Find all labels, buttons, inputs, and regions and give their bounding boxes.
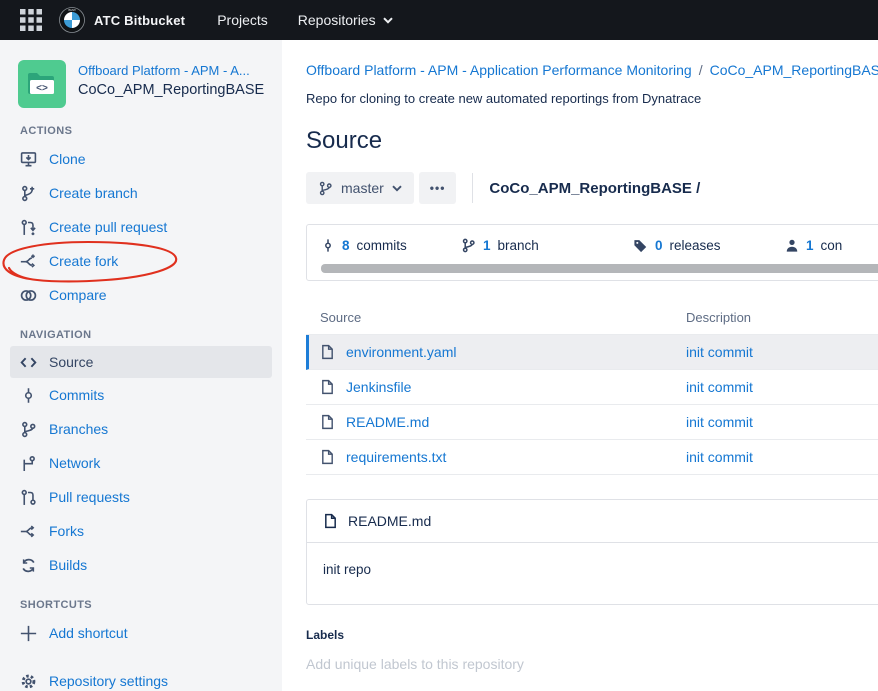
file-link[interactable]: Jenkinsfile bbox=[346, 379, 411, 395]
stat-releases[interactable]: 0releases bbox=[633, 238, 785, 253]
breadcrumb-repo-link[interactable]: CoCo_APM_ReportingBASE bbox=[710, 62, 878, 78]
forks-icon bbox=[20, 523, 37, 540]
branches-icon bbox=[20, 421, 37, 438]
nav-commits[interactable]: Commits bbox=[0, 378, 282, 412]
breadcrumb-project-link[interactable]: Offboard Platform - APM - Application Pe… bbox=[306, 62, 692, 78]
product-name: ATC Bitbucket bbox=[94, 13, 185, 28]
builds-icon bbox=[20, 557, 37, 574]
readme-panel: README.md init repo bbox=[306, 499, 878, 605]
file-browser-table: Source Description environment.yaml init… bbox=[306, 304, 878, 475]
branch-icon bbox=[461, 238, 476, 253]
toolbar-divider bbox=[472, 173, 473, 203]
action-create-fork[interactable]: Create fork bbox=[0, 244, 282, 278]
current-path: CoCo_APM_ReportingBASE / bbox=[489, 180, 700, 197]
gear-icon bbox=[20, 673, 37, 690]
branch-icon bbox=[318, 181, 333, 196]
table-row[interactable]: environment.yaml init commit bbox=[306, 335, 878, 370]
bmw-logo-icon: BMW bbox=[59, 7, 85, 33]
breadcrumb: Offboard Platform - APM - Application Pe… bbox=[306, 62, 878, 78]
code-icon bbox=[20, 354, 37, 371]
add-shortcut[interactable]: Add shortcut bbox=[0, 616, 282, 650]
nav-forks[interactable]: Forks bbox=[0, 514, 282, 548]
top-navigation-bar: BMW ATC Bitbucket Projects Repositories bbox=[0, 0, 878, 40]
readme-header: README.md bbox=[307, 500, 878, 543]
main-content: Offboard Platform - APM - Application Pe… bbox=[282, 40, 878, 691]
file-icon bbox=[323, 513, 338, 529]
page-title: Source bbox=[306, 127, 878, 155]
chevron-down-icon bbox=[383, 17, 393, 24]
nav-projects[interactable]: Projects bbox=[217, 12, 268, 28]
table-row[interactable]: Jenkinsfile init commit bbox=[306, 370, 878, 405]
more-actions-button[interactable]: ••• bbox=[419, 172, 457, 204]
commit-message-link[interactable]: init commit bbox=[686, 449, 753, 465]
file-link[interactable]: README.md bbox=[346, 414, 429, 430]
repo-header: <> Offboard Platform - APM - A... CoCo_A… bbox=[0, 40, 282, 108]
labels-title: Labels bbox=[306, 628, 878, 642]
create-fork-icon bbox=[20, 253, 37, 270]
labels-placeholder[interactable]: Add unique labels to this repository bbox=[306, 656, 878, 672]
table-header: Source Description bbox=[306, 304, 878, 335]
chevron-down-icon bbox=[392, 185, 402, 192]
repo-description: Repo for cloning to create new automated… bbox=[306, 91, 878, 106]
tag-icon bbox=[633, 238, 648, 253]
commit-icon bbox=[321, 238, 335, 253]
file-icon bbox=[320, 414, 335, 430]
stat-branches[interactable]: 1branch bbox=[461, 238, 633, 253]
create-pull-request-icon bbox=[20, 219, 37, 236]
clone-icon bbox=[20, 151, 37, 168]
nav-repositories[interactable]: Repositories bbox=[298, 12, 393, 28]
person-icon bbox=[785, 238, 799, 253]
nav-source[interactable]: Source bbox=[10, 346, 272, 378]
navigation-section-title: NAVIGATION bbox=[0, 329, 282, 341]
labels-section: Labels Add unique labels to this reposit… bbox=[306, 628, 878, 672]
action-create-branch[interactable]: Create branch bbox=[0, 176, 282, 210]
project-link[interactable]: Offboard Platform - APM - A... bbox=[78, 63, 264, 78]
nav-network[interactable]: Network bbox=[0, 446, 282, 480]
plus-icon bbox=[20, 625, 37, 642]
readme-filename[interactable]: README.md bbox=[348, 513, 431, 529]
table-row[interactable]: README.md init commit bbox=[306, 405, 878, 440]
commits-icon bbox=[20, 387, 37, 404]
horizontal-scrollbar[interactable] bbox=[321, 264, 878, 273]
stat-contributors[interactable]: 1con bbox=[785, 238, 842, 253]
file-icon bbox=[320, 449, 335, 465]
repo-avatar: <> bbox=[18, 60, 66, 108]
network-icon bbox=[20, 455, 37, 472]
sidebar: <> Offboard Platform - APM - A... CoCo_A… bbox=[0, 40, 282, 691]
file-link[interactable]: requirements.txt bbox=[346, 449, 446, 465]
source-toolbar: master ••• CoCo_APM_ReportingBASE / bbox=[306, 172, 878, 204]
file-icon bbox=[320, 344, 335, 360]
commit-message-link[interactable]: init commit bbox=[686, 379, 753, 395]
create-branch-icon bbox=[20, 185, 37, 202]
nav-builds[interactable]: Builds bbox=[0, 548, 282, 582]
repo-name: CoCo_APM_ReportingBASE bbox=[78, 82, 264, 98]
column-description: Description bbox=[686, 310, 878, 325]
action-compare[interactable]: Compare bbox=[0, 278, 282, 312]
repository-settings[interactable]: Repository settings bbox=[0, 664, 282, 691]
svg-text:<>: <> bbox=[36, 83, 48, 94]
actions-section-title: ACTIONS bbox=[0, 125, 282, 137]
action-clone[interactable]: Clone bbox=[0, 142, 282, 176]
table-row[interactable]: requirements.txt init commit bbox=[306, 440, 878, 475]
svg-text:BMW: BMW bbox=[68, 8, 76, 12]
action-create-pull-request[interactable]: Create pull request bbox=[0, 210, 282, 244]
branch-selector-button[interactable]: master bbox=[306, 172, 414, 204]
compare-icon bbox=[20, 287, 37, 304]
pull-requests-icon bbox=[20, 489, 37, 506]
stat-commits[interactable]: 8commits bbox=[321, 238, 461, 253]
readme-content: init repo bbox=[307, 543, 878, 604]
breadcrumb-separator: / bbox=[699, 62, 703, 78]
shortcuts-section-title: SHORTCUTS bbox=[0, 599, 282, 611]
repo-stats-panel: 8commits 1branch 0releases 1con bbox=[306, 224, 878, 281]
commit-message-link[interactable]: init commit bbox=[686, 344, 753, 360]
file-icon bbox=[320, 379, 335, 395]
app-switcher-icon[interactable] bbox=[20, 9, 42, 31]
column-source: Source bbox=[320, 310, 686, 325]
nav-branches[interactable]: Branches bbox=[0, 412, 282, 446]
nav-pull-requests[interactable]: Pull requests bbox=[0, 480, 282, 514]
commit-message-link[interactable]: init commit bbox=[686, 414, 753, 430]
file-link[interactable]: environment.yaml bbox=[346, 344, 457, 360]
